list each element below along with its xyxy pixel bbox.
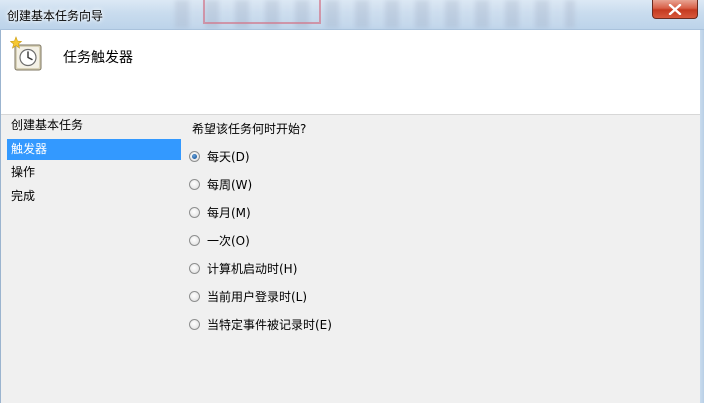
radio-monthly[interactable] [189, 206, 200, 218]
option-monthly-label[interactable]: 每月(M) [207, 204, 251, 221]
wizard-body: 创建基本任务 触发器 操作 完成 希望该任务何时开始? 每天(D) 每周(W) … [0, 114, 704, 403]
background-window-highlight [203, 0, 321, 24]
option-weekly[interactable]: 每周(W) [189, 174, 252, 194]
task-clock-icon [10, 36, 42, 71]
option-at-startup[interactable]: 计算机启动时(H) [189, 258, 297, 278]
sidebar-item-create-basic-task[interactable]: 创建基本任务 [7, 115, 181, 136]
window-right-border [700, 30, 704, 403]
trigger-question: 希望该任务何时开始? [192, 122, 307, 136]
page-title: 任务触发器 [63, 50, 133, 66]
option-at-logon-label[interactable]: 当前用户登录时(L) [207, 288, 307, 305]
window-title: 创建基本任务向导 [7, 9, 104, 23]
option-once-label[interactable]: 一次(O) [207, 232, 250, 249]
close-x-icon [668, 3, 682, 15]
window-left-border [0, 30, 1, 403]
wizard-steps-sidebar: 创建基本任务 触发器 操作 完成 [0, 115, 185, 404]
radio-daily[interactable] [189, 150, 200, 162]
radio-at-startup[interactable] [189, 262, 200, 274]
option-monthly[interactable]: 每月(M) [189, 202, 251, 222]
option-once[interactable]: 一次(O) [189, 230, 250, 250]
close-button[interactable] [652, 0, 698, 19]
sidebar-item-trigger[interactable]: 触发器 [7, 139, 181, 160]
radio-on-event[interactable] [189, 318, 200, 330]
option-at-logon[interactable]: 当前用户登录时(L) [189, 286, 307, 306]
option-weekly-label[interactable]: 每周(W) [207, 176, 252, 193]
option-daily-label[interactable]: 每天(D) [207, 148, 250, 165]
sidebar-item-action[interactable]: 操作 [7, 162, 181, 183]
radio-at-logon[interactable] [189, 290, 200, 302]
option-at-startup-label[interactable]: 计算机启动时(H) [207, 260, 297, 277]
option-daily[interactable]: 每天(D) [189, 146, 250, 166]
radio-weekly[interactable] [189, 178, 200, 190]
option-on-event-label[interactable]: 当特定事件被记录时(E) [207, 316, 332, 333]
radio-once[interactable] [189, 234, 200, 246]
option-on-event[interactable]: 当特定事件被记录时(E) [189, 314, 332, 334]
title-bar: 创建基本任务向导 [0, 0, 704, 30]
wizard-header: 任务触发器 [0, 30, 704, 114]
sidebar-item-finish[interactable]: 完成 [7, 186, 181, 207]
